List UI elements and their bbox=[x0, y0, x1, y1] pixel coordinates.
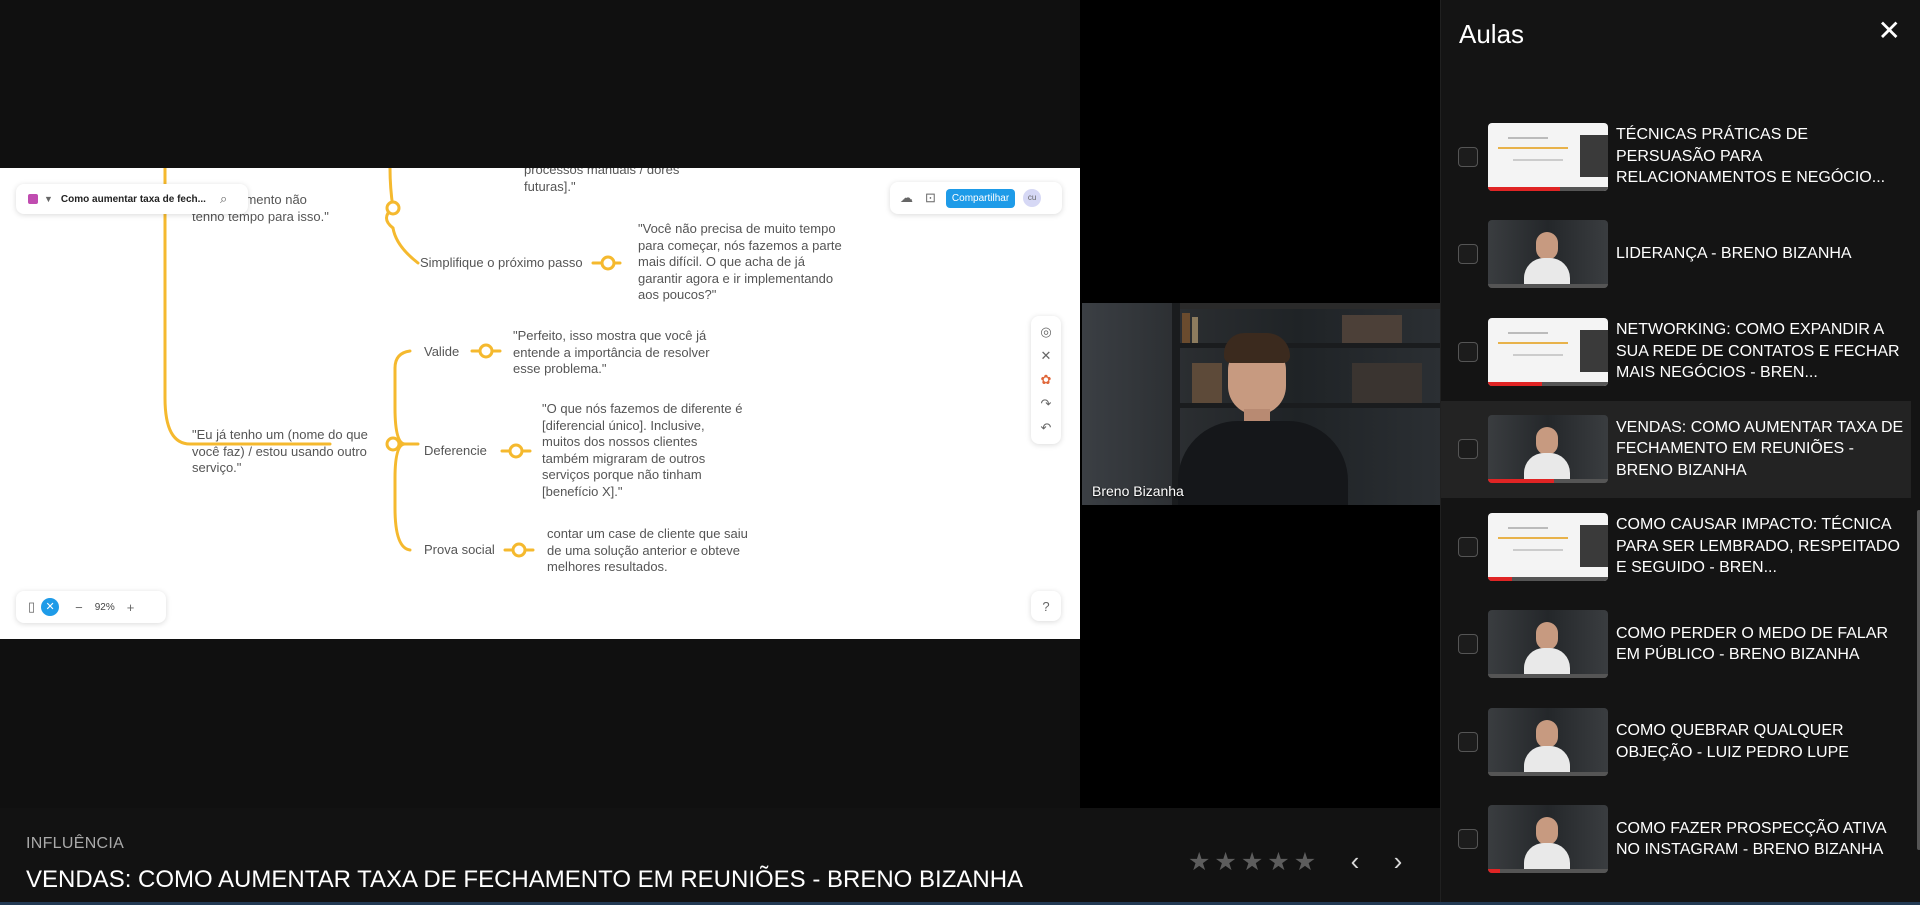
shuffle-icon[interactable]: ✕ bbox=[1041, 348, 1052, 364]
page-icon[interactable]: ▯ bbox=[28, 599, 35, 615]
lesson-thumbnail[interactable] bbox=[1488, 317, 1608, 386]
star-icon[interactable]: ★ bbox=[1294, 850, 1316, 875]
speaker-hair bbox=[1224, 333, 1290, 363]
doc-title[interactable]: Como aumentar taxa de fech... bbox=[61, 194, 206, 205]
lesson-title: VENDAS: COMO AUMENTAR TAXA DE FECHAMENTO… bbox=[26, 866, 1024, 893]
mindmap-share-toolbar: ☁ ⊡ Compartilhar cu bbox=[890, 182, 1062, 214]
lesson-checkbox[interactable] bbox=[1458, 146, 1478, 167]
lesson-thumbnail[interactable] bbox=[1488, 610, 1608, 678]
lesson-item[interactable]: COMO CAUSAR IMPACTO: TÉCNICA PARA SER LE… bbox=[1441, 498, 1911, 595]
lesson-checkbox[interactable] bbox=[1458, 731, 1478, 752]
lesson-title-text: COMO QUEBRAR QUALQUER OBJEÇÃO - LUIZ PED… bbox=[1616, 722, 1849, 761]
screen-share: processos manuais / dores futuras]." as … bbox=[0, 0, 1080, 808]
participant-name: Breno Bizanha bbox=[1092, 483, 1184, 499]
locate-icon[interactable]: ◎ bbox=[1040, 324, 1051, 340]
present-icon[interactable]: ⊡ bbox=[925, 190, 936, 206]
palette-icon[interactable]: ✿ bbox=[1041, 372, 1052, 388]
mindmap-zoom-toolbar: ▯ ✕ − 92% + bbox=[16, 591, 166, 623]
star-icon[interactable]: ★ bbox=[1267, 850, 1289, 875]
lesson-checkbox[interactable] bbox=[1458, 829, 1478, 849]
mindmap-node-partial[interactable]: processos manuais / dores futuras]." bbox=[524, 168, 679, 195]
avatar[interactable]: cu bbox=[1023, 189, 1042, 207]
lesson-progress-bar bbox=[1488, 381, 1542, 386]
star-icon[interactable]: ★ bbox=[1188, 850, 1210, 875]
mindmap-node-simplify[interactable]: Simplifique o próximo passo bbox=[420, 255, 583, 272]
lesson-checkbox[interactable] bbox=[1458, 341, 1478, 362]
video-player[interactable]: processos manuais / dores futuras]." as … bbox=[0, 0, 1440, 905]
sidebar-header: Aulas ✕ bbox=[1441, 0, 1920, 68]
mindmap-node-validate[interactable]: Valide bbox=[424, 344, 459, 361]
mindmap-node-differentiate[interactable]: Deferencie bbox=[424, 443, 487, 460]
mindmap-node-validate-quote[interactable]: "Perfeito, isso mostra que você já enten… bbox=[513, 328, 710, 378]
lesson-title-text: COMO CAUSAR IMPACTO: TÉCNICA PARA SER LE… bbox=[1616, 516, 1900, 577]
camera-panel: Breno Bizanha bbox=[1080, 0, 1440, 808]
lesson-item[interactable]: NETWORKING: COMO EXPANDIR A SUA REDE DE … bbox=[1441, 303, 1911, 400]
lesson-checkbox[interactable] bbox=[1458, 439, 1478, 459]
lesson-list[interactable]: TRIUNFO - PEDRO ERNESTOTÉCNICAS PRÁTICAS… bbox=[1441, 0, 1920, 905]
lesson-title-text: TÉCNICAS PRÁTICAS DE PERSUASÃO PARA RELA… bbox=[1616, 126, 1886, 187]
zoom-in-icon[interactable]: + bbox=[127, 600, 135, 615]
mindmap-node-differentiate-quote[interactable]: "O que nós fazemos de diferente é [difer… bbox=[542, 401, 742, 500]
lesson-item[interactable]: VENDAS: COMO AUMENTAR TAXA DE FECHAMENTO… bbox=[1441, 400, 1911, 498]
mindmap-side-toolbar: ◎ ✕ ✿ ↷ ↶ bbox=[1031, 316, 1061, 444]
star-icon[interactable]: ★ bbox=[1241, 850, 1263, 875]
lesson-item[interactable]: COMO QUEBRAR QUALQUER OBJEÇÃO - LUIZ PED… bbox=[1441, 693, 1911, 790]
chevron-down-icon[interactable]: ▼ bbox=[44, 194, 53, 204]
lesson-progress-bar bbox=[1488, 576, 1512, 581]
lesson-title-text: COMO PERDER O MEDO DE FALAR EM PÚBLICO -… bbox=[1616, 624, 1889, 664]
lesson-checkbox[interactable] bbox=[1458, 634, 1478, 654]
cloud-icon[interactable]: ☁ bbox=[900, 190, 913, 206]
speaker-body bbox=[1178, 421, 1348, 505]
lesson-thumbnail[interactable] bbox=[1488, 415, 1608, 483]
lesson-item[interactable]: TÉCNICAS PRÁTICAS DE PERSUASÃO PARA RELA… bbox=[1441, 108, 1911, 205]
lesson-title-text: VENDAS: COMO AUMENTAR TAXA DE FECHAMENTO… bbox=[1616, 418, 1904, 479]
mindmap-mode-icon[interactable]: ✕ bbox=[41, 598, 60, 616]
previous-lesson-icon[interactable]: ‹ bbox=[1343, 846, 1367, 877]
lesson-info-bar: INFLUÊNCIA VENDAS: COMO AUMENTAR TAXA DE… bbox=[0, 808, 1440, 905]
mindmap-canvas[interactable]: processos manuais / dores futuras]." as … bbox=[0, 168, 1080, 639]
lesson-thumbnail[interactable] bbox=[1488, 220, 1608, 288]
help-icon: ? bbox=[1042, 598, 1050, 614]
lesson-item[interactable]: COMO FAZER PROSPECÇÃO ATIVA NO INSTAGRAM… bbox=[1441, 791, 1911, 888]
mindmap-node-simplify-quote[interactable]: "Você não precisa de muito tempo para co… bbox=[638, 221, 842, 304]
lesson-progress-bar bbox=[1488, 479, 1554, 483]
rating-stars[interactable]: ★ ★ ★ ★ ★ bbox=[1188, 850, 1316, 875]
lesson-item[interactable]: COMO PERDER O MEDO DE FALAR EM PÚBLICO -… bbox=[1441, 596, 1911, 693]
lesson-progress-bar bbox=[1488, 186, 1560, 191]
lesson-thumbnail[interactable] bbox=[1488, 122, 1608, 191]
mindmap-node-social-proof[interactable]: Prova social bbox=[424, 542, 495, 559]
mindmap-doc-toolbar: ▼ Como aumentar taxa de fech... ⌕ bbox=[16, 184, 248, 214]
share-button[interactable]: Compartilhar bbox=[945, 188, 1016, 208]
lesson-title-text: LIDERANÇA - BRENO BIZANHA bbox=[1616, 245, 1852, 263]
redo-icon[interactable]: ↷ bbox=[1041, 396, 1052, 412]
lesson-thumbnail[interactable] bbox=[1488, 512, 1608, 581]
zoom-out-icon[interactable]: − bbox=[75, 600, 83, 615]
lesson-thumbnail[interactable] bbox=[1488, 707, 1608, 776]
search-icon[interactable]: ⌕ bbox=[220, 191, 227, 207]
lesson-title-text: COMO FAZER PROSPECÇÃO ATIVA NO INSTAGRAM… bbox=[1616, 819, 1886, 859]
doc-icon bbox=[28, 194, 38, 204]
sidebar-title: Aulas bbox=[1459, 19, 1525, 49]
undo-icon[interactable]: ↶ bbox=[1041, 420, 1052, 436]
help-button[interactable]: ? bbox=[1031, 591, 1061, 621]
next-lesson-icon[interactable]: › bbox=[1386, 846, 1410, 877]
star-icon[interactable]: ★ bbox=[1214, 850, 1236, 875]
zoom-level: 92% bbox=[94, 601, 115, 613]
course-category: INFLUÊNCIA bbox=[26, 835, 125, 852]
lesson-checkbox[interactable] bbox=[1458, 536, 1478, 557]
lessons-sidebar: TRIUNFO - PEDRO ERNESTOTÉCNICAS PRÁTICAS… bbox=[1440, 0, 1920, 905]
mindmap-node-social-proof-quote[interactable]: contar um case de cliente que saiu de um… bbox=[547, 526, 748, 576]
speaker-video: Breno Bizanha bbox=[1082, 303, 1440, 505]
mindmap-branches bbox=[163, 168, 622, 558]
lesson-thumbnail[interactable] bbox=[1488, 805, 1608, 873]
lesson-checkbox[interactable] bbox=[1458, 244, 1478, 264]
lesson-progress-bar bbox=[1488, 869, 1500, 873]
lesson-item[interactable]: LIDERANÇA - BRENO BIZANHA bbox=[1441, 206, 1911, 303]
lesson-title-text: NETWORKING: COMO EXPANDIR A SUA REDE DE … bbox=[1616, 321, 1900, 382]
mindmap-node-objection-have[interactable]: "Eu já tenho um (nome do que você faz) /… bbox=[192, 427, 368, 477]
close-icon[interactable]: ✕ bbox=[1878, 14, 1901, 47]
